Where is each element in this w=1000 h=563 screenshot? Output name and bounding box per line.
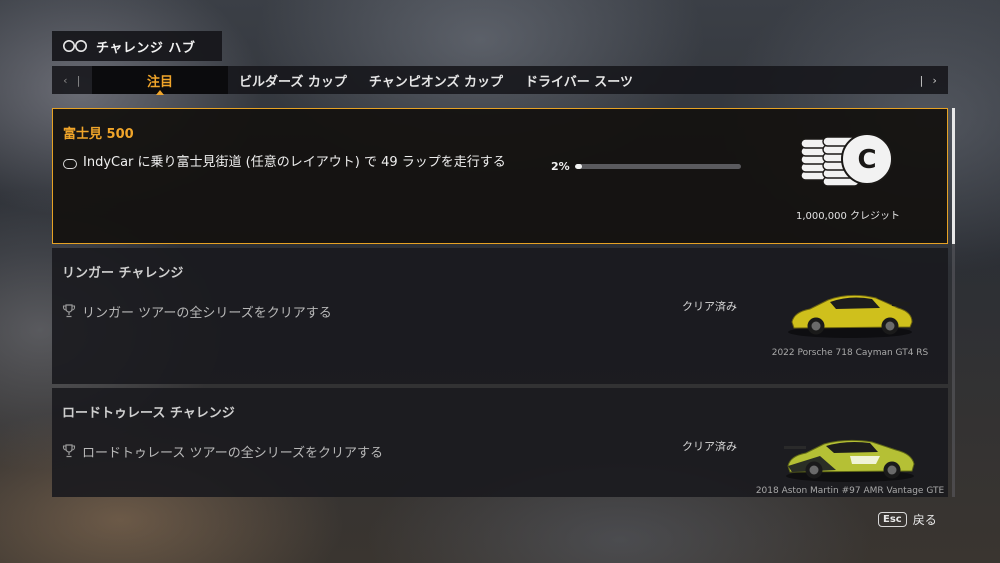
- credits-coins-icon: C: [800, 133, 893, 187]
- reward-car-label: 2018 Aston Martin #97 AMR Vantage GTE: [755, 486, 945, 496]
- progress-bar: [575, 164, 741, 169]
- list-scrollbar[interactable]: [952, 108, 955, 497]
- tab-prev-button[interactable]: ‹ |: [52, 66, 92, 94]
- scrollbar-thumb[interactable]: [952, 108, 955, 244]
- challenge-goal: IndyCar に乗り富士見街道 (任意のレイアウト) で 49 ラップを走行す…: [63, 153, 513, 173]
- trophy-icon: [62, 444, 76, 458]
- challenge-goal-text: リンガー ツアーの全シリーズをクリアする: [82, 306, 332, 321]
- tab-bar: ‹ | 注目 ビルダーズ カップ チャンピオンズ カップ ドライバー スーツ |…: [52, 66, 948, 95]
- aston-martin-car-image: [784, 439, 915, 482]
- challenge-goal-text: IndyCar に乗り富士見街道 (任意のレイアウト) で 49 ラップを走行す…: [83, 155, 506, 170]
- challenge-title: ロードトゥレース チャレンジ: [62, 406, 235, 421]
- challenge-goal-text: ロードトゥレース ツアーの全シリーズをクリアする: [82, 446, 384, 461]
- ring-icon: [63, 159, 77, 169]
- challenge-card-ringer[interactable]: リンガー チャレンジ リンガー ツアーの全シリーズをクリアする クリア済み 20…: [52, 248, 948, 384]
- back-hint[interactable]: Esc 戻る: [878, 511, 937, 528]
- svg-text:C: C: [857, 145, 876, 175]
- challenge-card-fujimi-500[interactable]: 富士見 500 IndyCar に乗り富士見街道 (任意のレイアウト) で 49…: [52, 108, 948, 244]
- challenge-card-road-to-race[interactable]: ロードトゥレース チャレンジ ロードトゥレース ツアーの全シリーズをクリアする …: [52, 388, 948, 497]
- infinity-loop-icon: [63, 40, 87, 52]
- page-title-bar: チャレンジ ハブ: [52, 31, 222, 61]
- status-label: クリア済み: [682, 440, 737, 453]
- challenge-goal: ロードトゥレース ツアーの全シリーズをクリアする: [62, 442, 383, 461]
- challenge-title: 富士見 500: [63, 127, 134, 142]
- challenge-list: 富士見 500 IndyCar に乗り富士見街道 (任意のレイアウト) で 49…: [52, 108, 948, 497]
- tab-builders-cup[interactable]: ビルダーズ カップ: [228, 66, 358, 94]
- progress-percent: 2%: [551, 160, 570, 173]
- page-title: チャレンジ ハブ: [96, 40, 196, 56]
- challenge-goal: リンガー ツアーの全シリーズをクリアする: [62, 302, 332, 321]
- trophy-icon: [62, 304, 76, 318]
- porsche-car-image: [788, 294, 913, 338]
- tab-featured[interactable]: 注目: [92, 66, 228, 95]
- tab-driver-suits[interactable]: ドライバー スーツ: [514, 66, 644, 94]
- back-label: 戻る: [912, 513, 937, 527]
- reward-label: 1,000,000 クレジット: [795, 211, 901, 222]
- tab-next-button[interactable]: | ›: [908, 66, 948, 94]
- status-label: クリア済み: [682, 300, 737, 313]
- progress-bar-fill: [575, 164, 582, 169]
- tab-champions-cup[interactable]: チャンピオンズ カップ: [358, 66, 514, 94]
- challenge-title: リンガー チャレンジ: [62, 266, 184, 281]
- esc-key-icon: Esc: [878, 512, 907, 527]
- reward-car-label: 2022 Porsche 718 Cayman GT4 RS: [771, 348, 929, 358]
